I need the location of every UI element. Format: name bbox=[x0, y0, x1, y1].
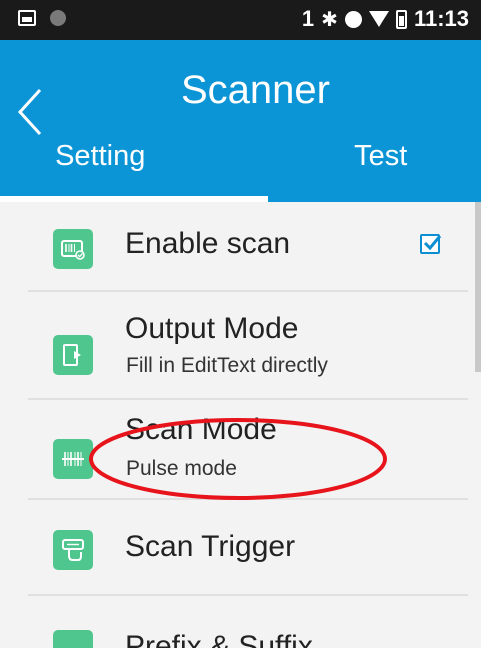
setting-scan-mode[interactable]: Scan Mode Pulse mode bbox=[28, 400, 468, 500]
setting-title: Prefix & Suffix bbox=[125, 630, 313, 648]
setting-prefix-suffix[interactable]: Prefix & Suffix bbox=[28, 596, 468, 648]
status-left-icons bbox=[18, 10, 66, 26]
barcode-icon bbox=[53, 229, 93, 269]
setting-output-mode[interactable]: Output Mode Fill in EditText directly bbox=[28, 292, 468, 400]
checkmark-icon bbox=[423, 235, 442, 251]
app-toolbar: Scanner Setting Test bbox=[0, 40, 481, 202]
output-arrow-icon bbox=[53, 335, 93, 375]
settings-list: Enable scan Output Mode Fill in EditText… bbox=[0, 202, 481, 648]
prefix-suffix-icon bbox=[53, 630, 93, 648]
tab-bar: Setting Test bbox=[0, 134, 481, 202]
enable-scan-checkbox[interactable] bbox=[420, 234, 442, 254]
battery-icon bbox=[395, 9, 407, 29]
setting-title: Scan Trigger bbox=[125, 530, 296, 563]
scrollbar[interactable] bbox=[475, 202, 481, 372]
tab-test[interactable]: Test bbox=[211, 134, 481, 202]
status-right-icons: 1 ✱ 11:13 bbox=[302, 6, 469, 32]
setting-subtitle: Fill in EditText directly bbox=[126, 354, 328, 377]
setting-enable-scan[interactable]: Enable scan bbox=[28, 202, 468, 292]
image-notification-icon bbox=[18, 10, 36, 26]
do-not-disturb-icon bbox=[344, 10, 362, 28]
setting-title: Output Mode bbox=[125, 312, 299, 345]
wifi-icon bbox=[368, 11, 389, 27]
sim-indicator: 1 bbox=[301, 6, 315, 31]
setting-title: Enable scan bbox=[125, 227, 291, 260]
setting-scan-trigger[interactable]: Scan Trigger bbox=[28, 500, 468, 596]
page-title: Scanner bbox=[181, 68, 330, 112]
trigger-icon bbox=[53, 530, 93, 570]
tab-setting[interactable]: Setting bbox=[0, 134, 211, 202]
notification-dot-icon bbox=[50, 10, 66, 26]
setting-subtitle: Pulse mode bbox=[126, 457, 237, 480]
status-bar: 1 ✱ 11:13 bbox=[0, 0, 481, 40]
scan-line-icon bbox=[53, 439, 93, 479]
clock: 11:13 bbox=[413, 6, 469, 31]
setting-title: Scan Mode bbox=[125, 413, 277, 446]
bluetooth-icon: ✱ bbox=[321, 8, 338, 31]
